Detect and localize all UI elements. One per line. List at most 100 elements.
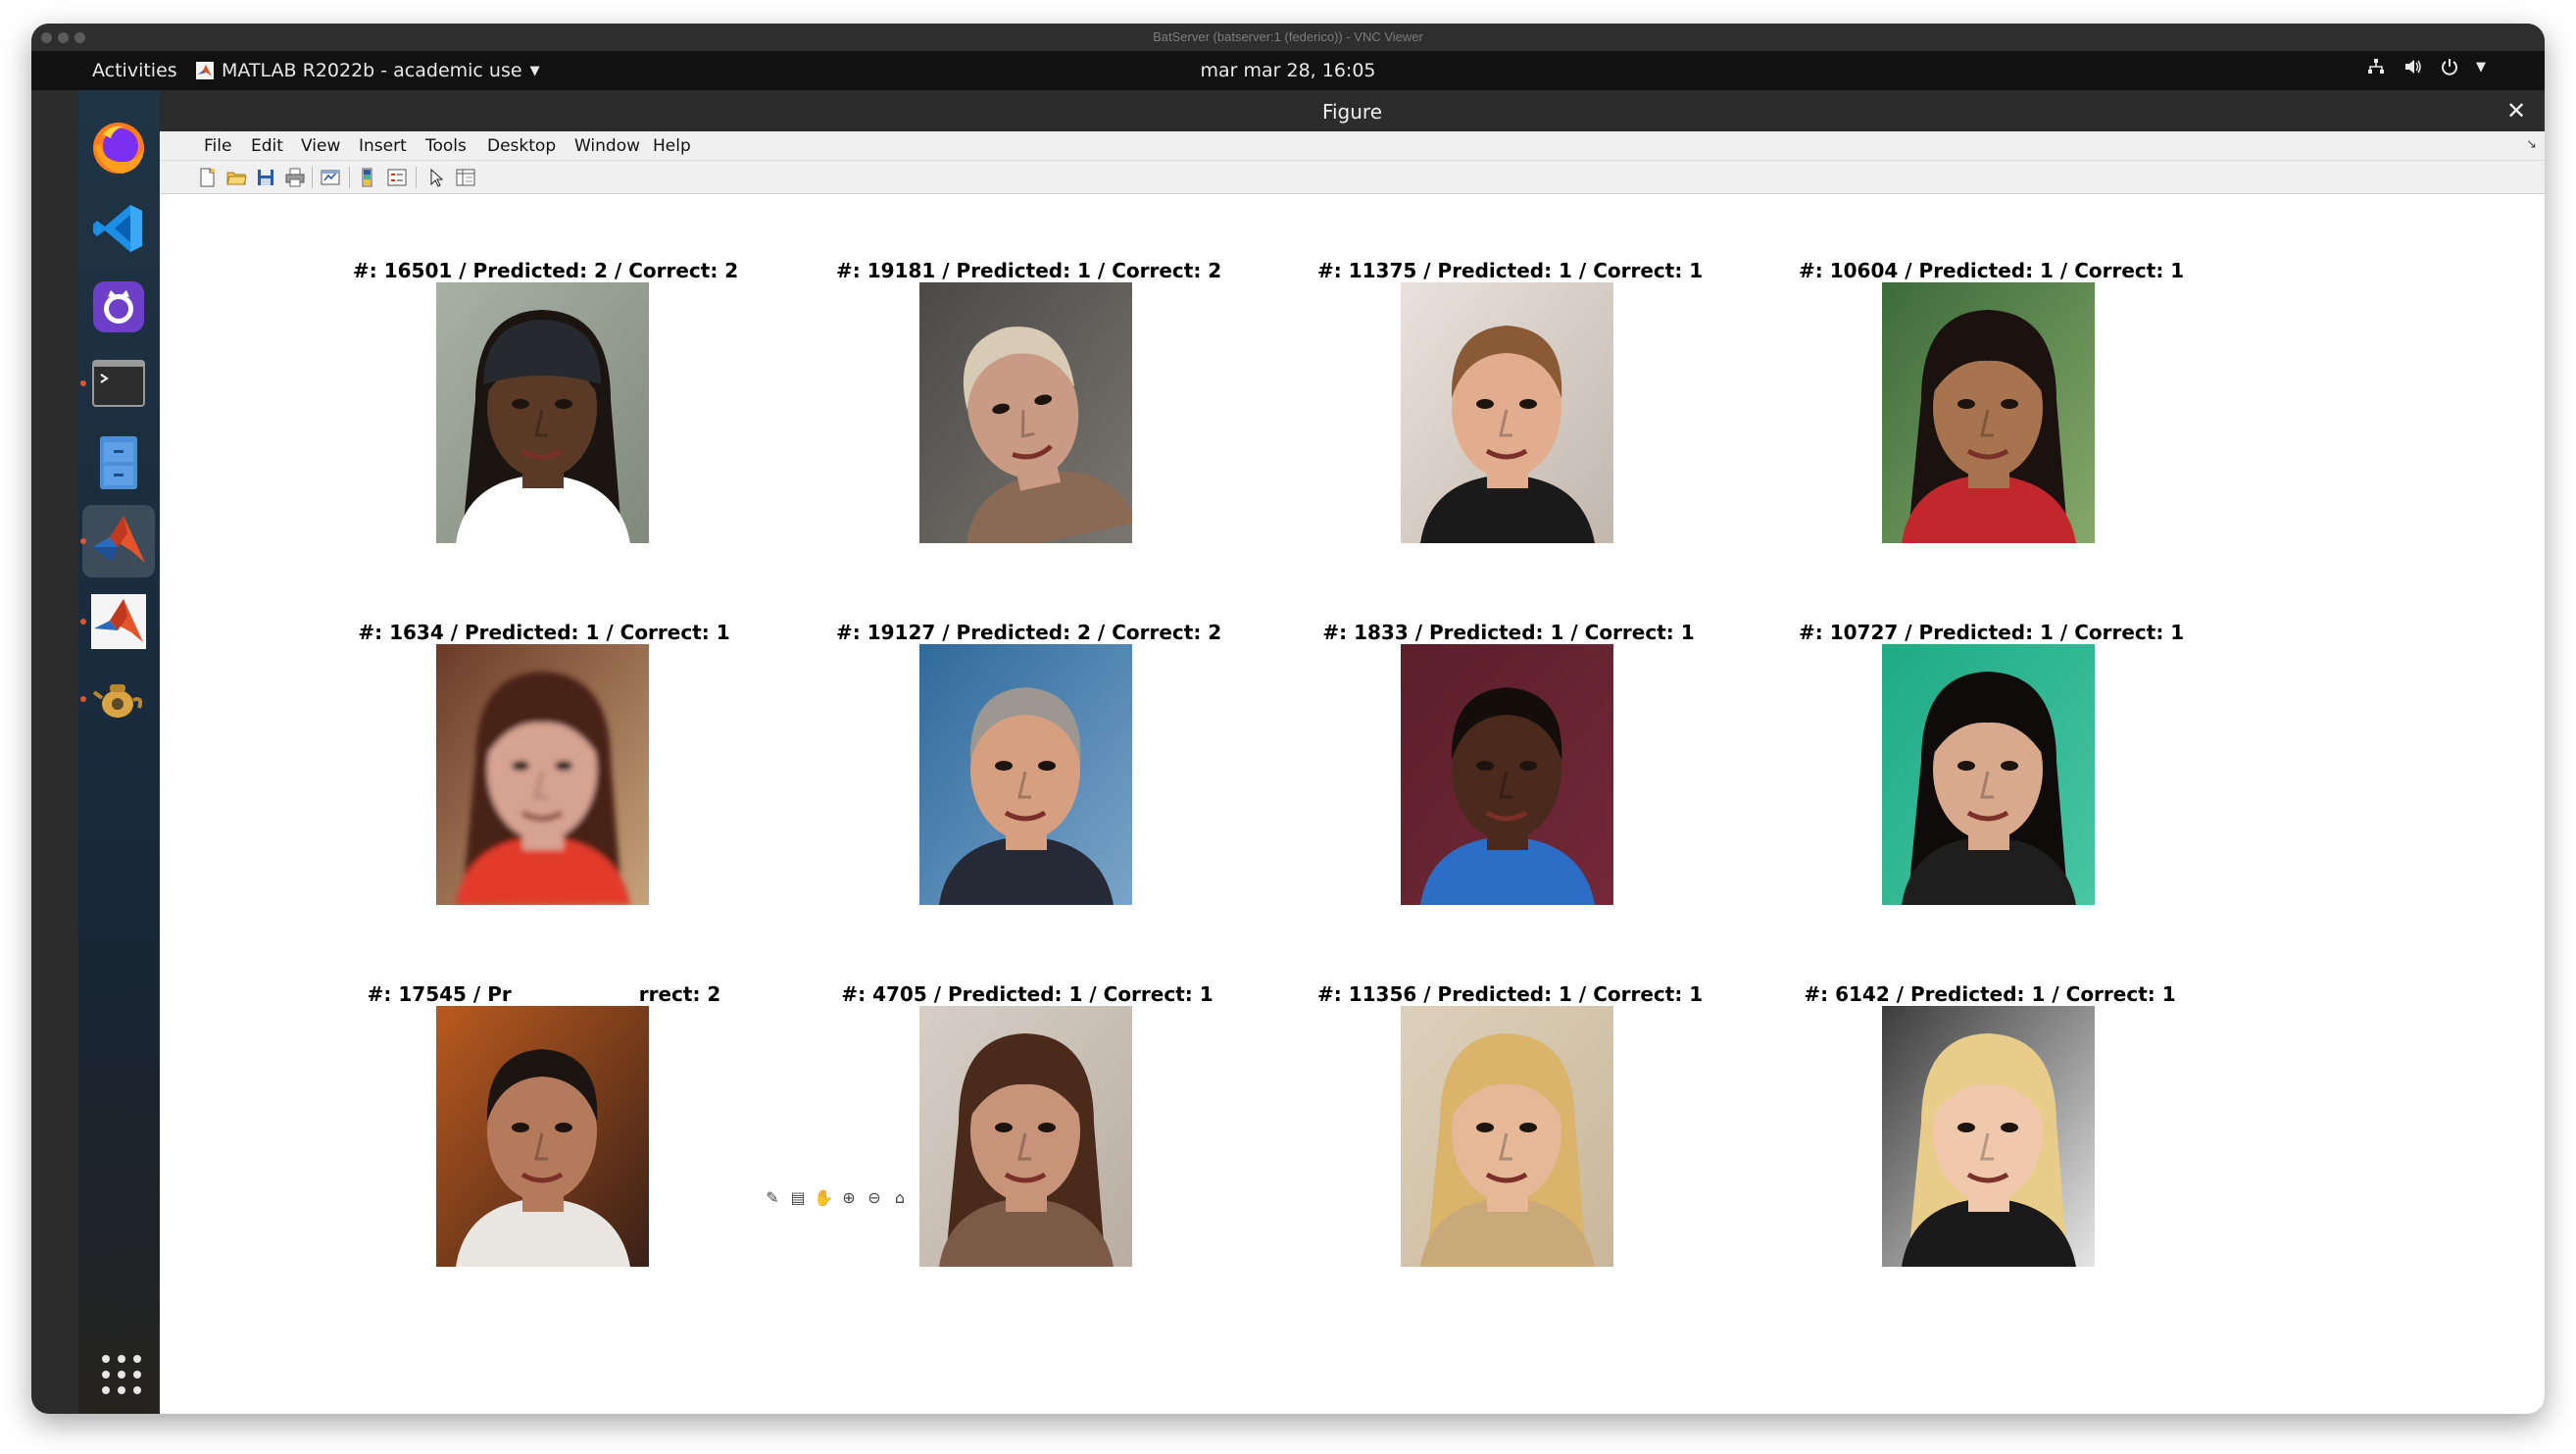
face-image: [1401, 644, 1613, 905]
menu-desktop[interactable]: Desktop: [487, 136, 556, 156]
subplot-title: #: 19181 / Predicted: 1 / Correct: 2: [836, 259, 1222, 282]
menu-view[interactable]: View: [301, 136, 340, 156]
axes-toolbar: ✎ ▤ ✋ ⊕ ⊖ ⌂: [760, 1184, 913, 1210]
matlab-icon: [91, 594, 146, 649]
face-image: [919, 282, 1132, 543]
grid-icon[interactable]: [102, 1355, 141, 1394]
vnc-title: BatServer (batserver:1 (federico)) - VNC…: [1153, 29, 1423, 44]
subplot-title: #: 6142 / Predicted: 1 / Correct: 1: [1804, 982, 2176, 1006]
new-figure-icon[interactable]: [196, 167, 218, 188]
face-image: [919, 1006, 1132, 1267]
subplot-panel[interactable]: #: 1634 / Predicted: 1 / Correct: 1: [353, 621, 735, 915]
home-icon[interactable]: ⌂: [889, 1186, 911, 1208]
dock-item-files[interactable]: [82, 426, 155, 498]
gnome-top-bar: Activities MATLAB R2022b - academic use …: [31, 51, 2545, 90]
network-icon: [2368, 59, 2384, 74]
running-indicator: [80, 619, 86, 625]
toolbar-separator: [349, 167, 350, 188]
insert-colorbar-icon[interactable]: [357, 167, 378, 188]
subplot-panel[interactable]: #: 19127 / Predicted: 2 / Correct: 2: [836, 621, 1222, 915]
save-icon[interactable]: [255, 167, 276, 188]
system-status-area[interactable]: ▼: [2366, 58, 2486, 75]
dock-item-github-desktop[interactable]: [82, 271, 155, 343]
face-image: [1882, 282, 2095, 543]
file-cabinet-icon: [100, 436, 137, 489]
subplot-panel[interactable]: #: 6142 / Predicted: 1 / Correct: 1: [1799, 982, 2181, 1277]
menu-help[interactable]: Help: [653, 136, 691, 156]
running-indicator: [80, 538, 86, 544]
open-file-icon[interactable]: [225, 167, 247, 188]
firefox-icon: [93, 123, 144, 174]
subplot-panel[interactable]: #: 1833 / Predicted: 1 / Correct: 1: [1317, 621, 1700, 915]
terminal-icon: [92, 360, 145, 407]
subplot-panel[interactable]: #: 17545 / Pr rrect: 2: [353, 982, 735, 1277]
vnc-viewer-window: BatServer (batserver:1 (federico)) - VNC…: [31, 24, 2545, 1414]
face-image: [436, 282, 649, 543]
clock[interactable]: mar mar 28, 16:05: [31, 60, 2545, 81]
menu-window[interactable]: Window: [574, 136, 640, 156]
github-desktop-icon: [93, 281, 144, 332]
running-indicator: [80, 696, 86, 702]
dock-item-terminal[interactable]: [80, 347, 155, 420]
menu-insert[interactable]: Insert: [359, 136, 407, 156]
running-indicator: [80, 380, 86, 386]
figure-window: Figure ✕ File Edit View Insert Tools Des…: [160, 90, 2545, 1414]
subplot-title: #: 1833 / Predicted: 1 / Correct: 1: [1322, 621, 1695, 644]
subplot-panel[interactable]: #: 10727 / Predicted: 1 / Correct: 1: [1799, 621, 2184, 915]
subplot-title: #: 17545 / Pr rrect: 2: [353, 982, 735, 1006]
subplot-title: #: 11356 / Predicted: 1 / Correct: 1: [1317, 982, 1704, 1006]
menu-bar: File Edit View Insert Tools Desktop Wind…: [160, 131, 2545, 161]
figure-toolbar: [160, 161, 2545, 194]
vscode-icon: [93, 205, 142, 252]
face-image: [919, 644, 1132, 905]
subplot-title: #: 16501 / Predicted: 2 / Correct: 2: [353, 259, 739, 282]
subplot-panel[interactable]: #: 10604 / Predicted: 1 / Correct: 1: [1799, 259, 2185, 553]
vnc-titlebar: BatServer (batserver:1 (federico)) - VNC…: [31, 24, 2545, 51]
dock-item-vscode[interactable]: [82, 192, 155, 265]
link-plot-icon[interactable]: [320, 167, 341, 188]
dock-figure-arrow-icon[interactable]: ↘: [2526, 137, 2537, 152]
figure-title: Figure: [1321, 100, 1383, 124]
close-icon[interactable]: ✕: [2502, 96, 2531, 125]
zoom-in-icon[interactable]: ⊕: [838, 1186, 860, 1208]
subplot-title: #: 10604 / Predicted: 1 / Correct: 1: [1799, 259, 2185, 282]
face-image: [436, 1006, 649, 1267]
dock-item-matlab-2[interactable]: [80, 585, 155, 658]
subplot-panel[interactable]: #: 16501 / Predicted: 2 / Correct: 2: [353, 259, 739, 553]
matlab-icon: [92, 516, 145, 563]
power-icon: [2442, 59, 2457, 75]
data-tips-icon[interactable]: ▤: [787, 1186, 809, 1208]
subplot-panel[interactable]: #: 4705 / Predicted: 1 / Correct: 1: [836, 982, 1218, 1277]
property-inspector-icon[interactable]: [455, 167, 476, 188]
dock: [78, 90, 160, 1414]
dock-item-matlab-1[interactable]: [80, 505, 155, 577]
subplot-title: #: 11375 / Predicted: 1 / Correct: 1: [1317, 259, 1704, 282]
zoom-out-icon[interactable]: ⊖: [864, 1186, 885, 1208]
subplot-title-tail: rrect: 2: [638, 982, 721, 1006]
pan-icon[interactable]: ✋: [813, 1186, 834, 1208]
dock-item-teapot[interactable]: [80, 663, 155, 735]
menu-file[interactable]: File: [204, 136, 231, 156]
dock-item-firefox[interactable]: [82, 112, 155, 184]
brush-icon[interactable]: ✎: [762, 1186, 783, 1208]
face-image: [1401, 282, 1613, 543]
subplot-panel[interactable]: #: 19181 / Predicted: 1 / Correct: 2: [836, 259, 1222, 553]
face-image: [436, 644, 649, 905]
subplot-panel[interactable]: #: 11356 / Predicted: 1 / Correct: 1: [1317, 982, 1704, 1277]
figure-titlebar: Figure ✕: [160, 90, 2545, 131]
insert-legend-icon[interactable]: [386, 167, 408, 188]
edit-plot-pointer-icon[interactable]: [425, 167, 447, 188]
print-icon[interactable]: [284, 167, 306, 188]
toolbar-separator: [416, 167, 417, 188]
menu-tools[interactable]: Tools: [425, 136, 467, 156]
subplot-title: #: 4705 / Predicted: 1 / Correct: 1: [841, 982, 1214, 1006]
menu-edit[interactable]: Edit: [251, 136, 283, 156]
subplot-title: #: 19127 / Predicted: 2 / Correct: 2: [836, 621, 1222, 644]
volume-icon: [2405, 60, 2421, 74]
subplot-title-head: #: 17545 / Pr: [367, 982, 512, 1006]
subplot-panel[interactable]: #: 11375 / Predicted: 1 / Correct: 1: [1317, 259, 1704, 553]
teapot-icon: [92, 684, 143, 718]
toolbar-separator: [312, 167, 313, 188]
face-image: [1882, 644, 2095, 905]
chevron-down-icon: ▼: [2476, 59, 2486, 75]
